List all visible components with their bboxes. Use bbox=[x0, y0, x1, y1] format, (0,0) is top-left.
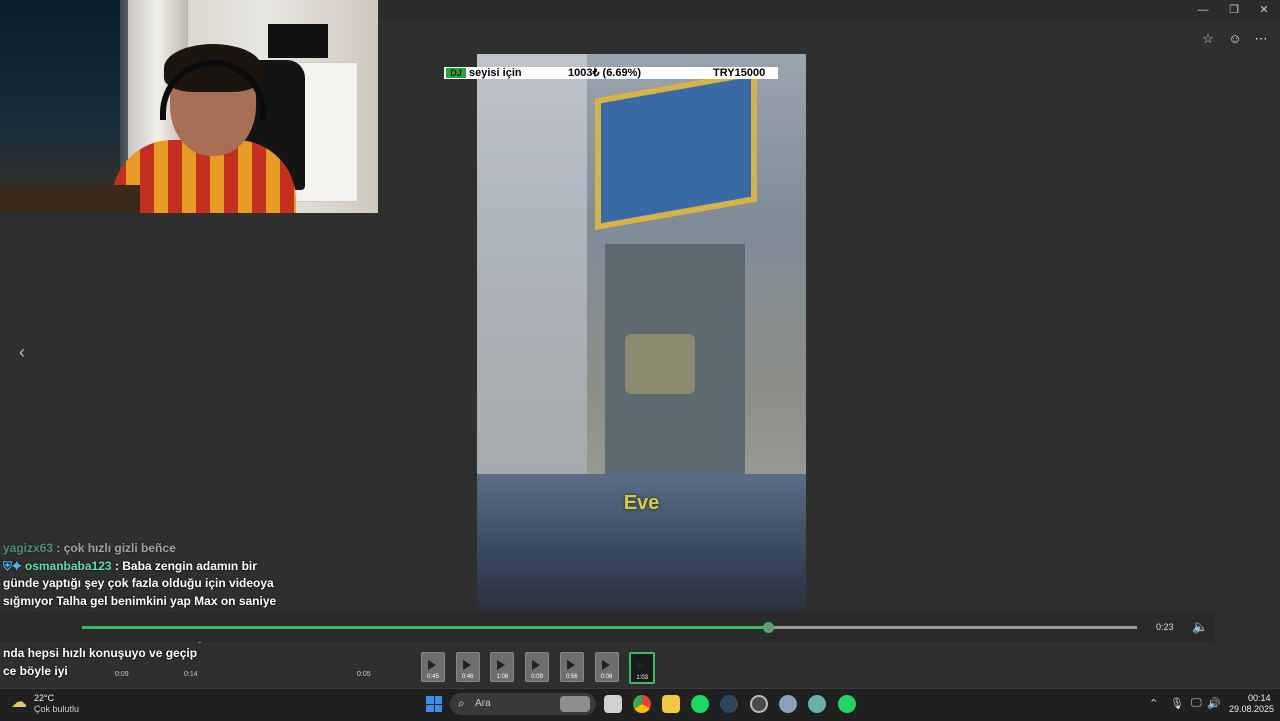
play-icon bbox=[462, 660, 471, 670]
chat-overlay: yagizx63 : çok hızlı gizli beñce ⛨✦ osman… bbox=[0, 540, 300, 680]
weather-temp: 22°C bbox=[34, 693, 55, 703]
clip-duration: 0:09 bbox=[531, 674, 543, 680]
clip-duration: 0:45 bbox=[427, 674, 439, 680]
chat-text: : çok hızlı gizli beñce bbox=[53, 541, 176, 555]
whatsapp-icon[interactable] bbox=[838, 695, 856, 713]
volume-icon[interactable]: 🔈 bbox=[1192, 619, 1208, 635]
clip-thumbnail[interactable]: 1:08 bbox=[490, 652, 515, 682]
play-icon bbox=[532, 660, 541, 670]
chrome-icon[interactable] bbox=[633, 695, 651, 713]
previous-arrow-icon[interactable]: ‹ bbox=[14, 342, 30, 362]
seek-bar-knob[interactable] bbox=[763, 622, 774, 633]
video-player[interactable]: Eve bbox=[477, 54, 806, 613]
donation-tag: DJ bbox=[446, 68, 466, 78]
donation-goal-bar: DJ seyisi için 1003₺ (6.69%) TRY15000 bbox=[444, 67, 778, 79]
taskbar-search[interactable]: ⌕ Ara bbox=[450, 693, 596, 715]
current-time: 0:23 bbox=[1156, 622, 1174, 632]
taskbar-clock-date[interactable]: 29.08.2025 bbox=[1229, 704, 1274, 714]
clip-duration: 0:46 bbox=[461, 674, 474, 680]
display-icon[interactable]: 🖵 bbox=[1191, 697, 1202, 710]
clip-thumbnail[interactable]: 1:03 bbox=[629, 652, 656, 684]
chat-text: sığmıyor Talha gel benimkini yap Max on … bbox=[3, 593, 277, 608]
speaker-icon[interactable]: 🔊 bbox=[1207, 697, 1221, 710]
minimize-button[interactable]: — bbox=[1191, 3, 1215, 17]
close-button[interactable]: ✕ bbox=[1252, 3, 1276, 17]
donation-goal: TRY15000 bbox=[713, 67, 766, 79]
show-hidden-icons-icon[interactable]: ⌃ bbox=[1149, 697, 1158, 710]
search-placeholder: Ara bbox=[475, 698, 491, 709]
video-caption: Eve bbox=[623, 492, 660, 514]
clip-duration: 1:08 bbox=[496, 674, 509, 680]
chat-message: yagizx63 : çok hızlı gizli beñce bbox=[0, 540, 300, 558]
clip-thumbnail[interactable]: 0:56 bbox=[559, 652, 584, 682]
chat-text: : Baba zengin adamın bir bbox=[111, 558, 257, 573]
spotify-icon[interactable] bbox=[691, 695, 709, 713]
play-icon bbox=[601, 660, 610, 670]
video-scene-sign bbox=[595, 69, 757, 231]
microphone-icon[interactable]: 🎙 bbox=[1170, 697, 1184, 710]
chat-badge-icon: ⛨✦ bbox=[3, 558, 25, 573]
timeline-marker: 0:14 bbox=[184, 671, 198, 678]
clip-thumbnail[interactable]: 0:08 bbox=[594, 652, 619, 682]
chat-text: nda hepsi hızlı konuşuyo ve geçip bbox=[3, 646, 198, 660]
clip-duration: 0:08 bbox=[600, 674, 613, 680]
chat-message: günde yaptığı şey çok fazla olduğu için … bbox=[0, 575, 300, 593]
seek-bar-fill bbox=[82, 626, 768, 629]
emoji-icon[interactable]: ☺ bbox=[1227, 31, 1243, 47]
search-highlight-image bbox=[560, 696, 590, 712]
chat-username[interactable]: osmanbaba123 bbox=[25, 559, 112, 573]
steam-icon[interactable] bbox=[720, 695, 738, 713]
chat-text: ce böyle iyi bbox=[3, 663, 68, 678]
settings-gear-icon[interactable] bbox=[779, 695, 797, 713]
timeline-marker: 0:05 bbox=[357, 671, 371, 678]
more-options-icon[interactable]: ⋯ bbox=[1253, 31, 1269, 47]
clip-thumbnail[interactable]: 0:46 bbox=[455, 652, 480, 682]
donation-amount: 1003₺ (6.69%) bbox=[568, 67, 642, 79]
webcam-window-bg bbox=[0, 0, 120, 213]
play-icon bbox=[637, 661, 646, 671]
chat-text: günde yaptığı şey çok fazla olduğu için … bbox=[3, 576, 274, 590]
chat-message: sığmıyor Talha gel benimkini yap Max on … bbox=[0, 593, 300, 611]
seek-bar[interactable] bbox=[82, 622, 1137, 633]
play-icon bbox=[497, 660, 506, 670]
restore-button[interactable]: ❐ bbox=[1222, 3, 1246, 17]
chat-message: ce böyle iyi bbox=[0, 663, 300, 681]
webcam-monitor bbox=[268, 24, 328, 58]
weather-desc: Çok bulutlu bbox=[34, 704, 80, 714]
video-scene-pump-screen bbox=[625, 334, 695, 394]
play-icon bbox=[566, 660, 575, 670]
clip-thumbnail[interactable]: 0:45 bbox=[421, 652, 445, 682]
video-scene-wall bbox=[477, 54, 587, 474]
timeline-marker: 0:09 bbox=[115, 671, 129, 678]
clip-duration: 0:56 bbox=[565, 674, 578, 680]
chat-message: ⛨✦ osmanbaba123 : Baba zengin adamın bir bbox=[0, 558, 300, 576]
clip-duration: 1:03 bbox=[636, 675, 649, 681]
windows-start-icon[interactable] bbox=[426, 696, 442, 712]
play-icon bbox=[428, 660, 436, 670]
task-view-icon[interactable] bbox=[604, 695, 622, 713]
browser-app-icon[interactable] bbox=[808, 695, 826, 713]
file-explorer-icon[interactable] bbox=[662, 695, 680, 713]
search-icon: ⌕ bbox=[458, 696, 465, 710]
clip-thumbnail[interactable]: 0:09 bbox=[525, 652, 550, 682]
chat-username[interactable]: yagizx63 bbox=[3, 541, 53, 555]
favorite-star-icon[interactable]: ☆ bbox=[1200, 31, 1216, 47]
webcam-desk bbox=[0, 185, 140, 213]
game-app-icon[interactable] bbox=[750, 695, 768, 713]
donation-text: seyisi için bbox=[469, 67, 522, 79]
chat-message: nda hepsi hızlı konuşuyo ve geçip bbox=[0, 645, 300, 663]
taskbar-clock-time[interactable]: 00:14 bbox=[1248, 693, 1271, 703]
weather-cloud-icon[interactable]: ☁ bbox=[11, 692, 27, 712]
webcam-overlay bbox=[0, 0, 378, 213]
